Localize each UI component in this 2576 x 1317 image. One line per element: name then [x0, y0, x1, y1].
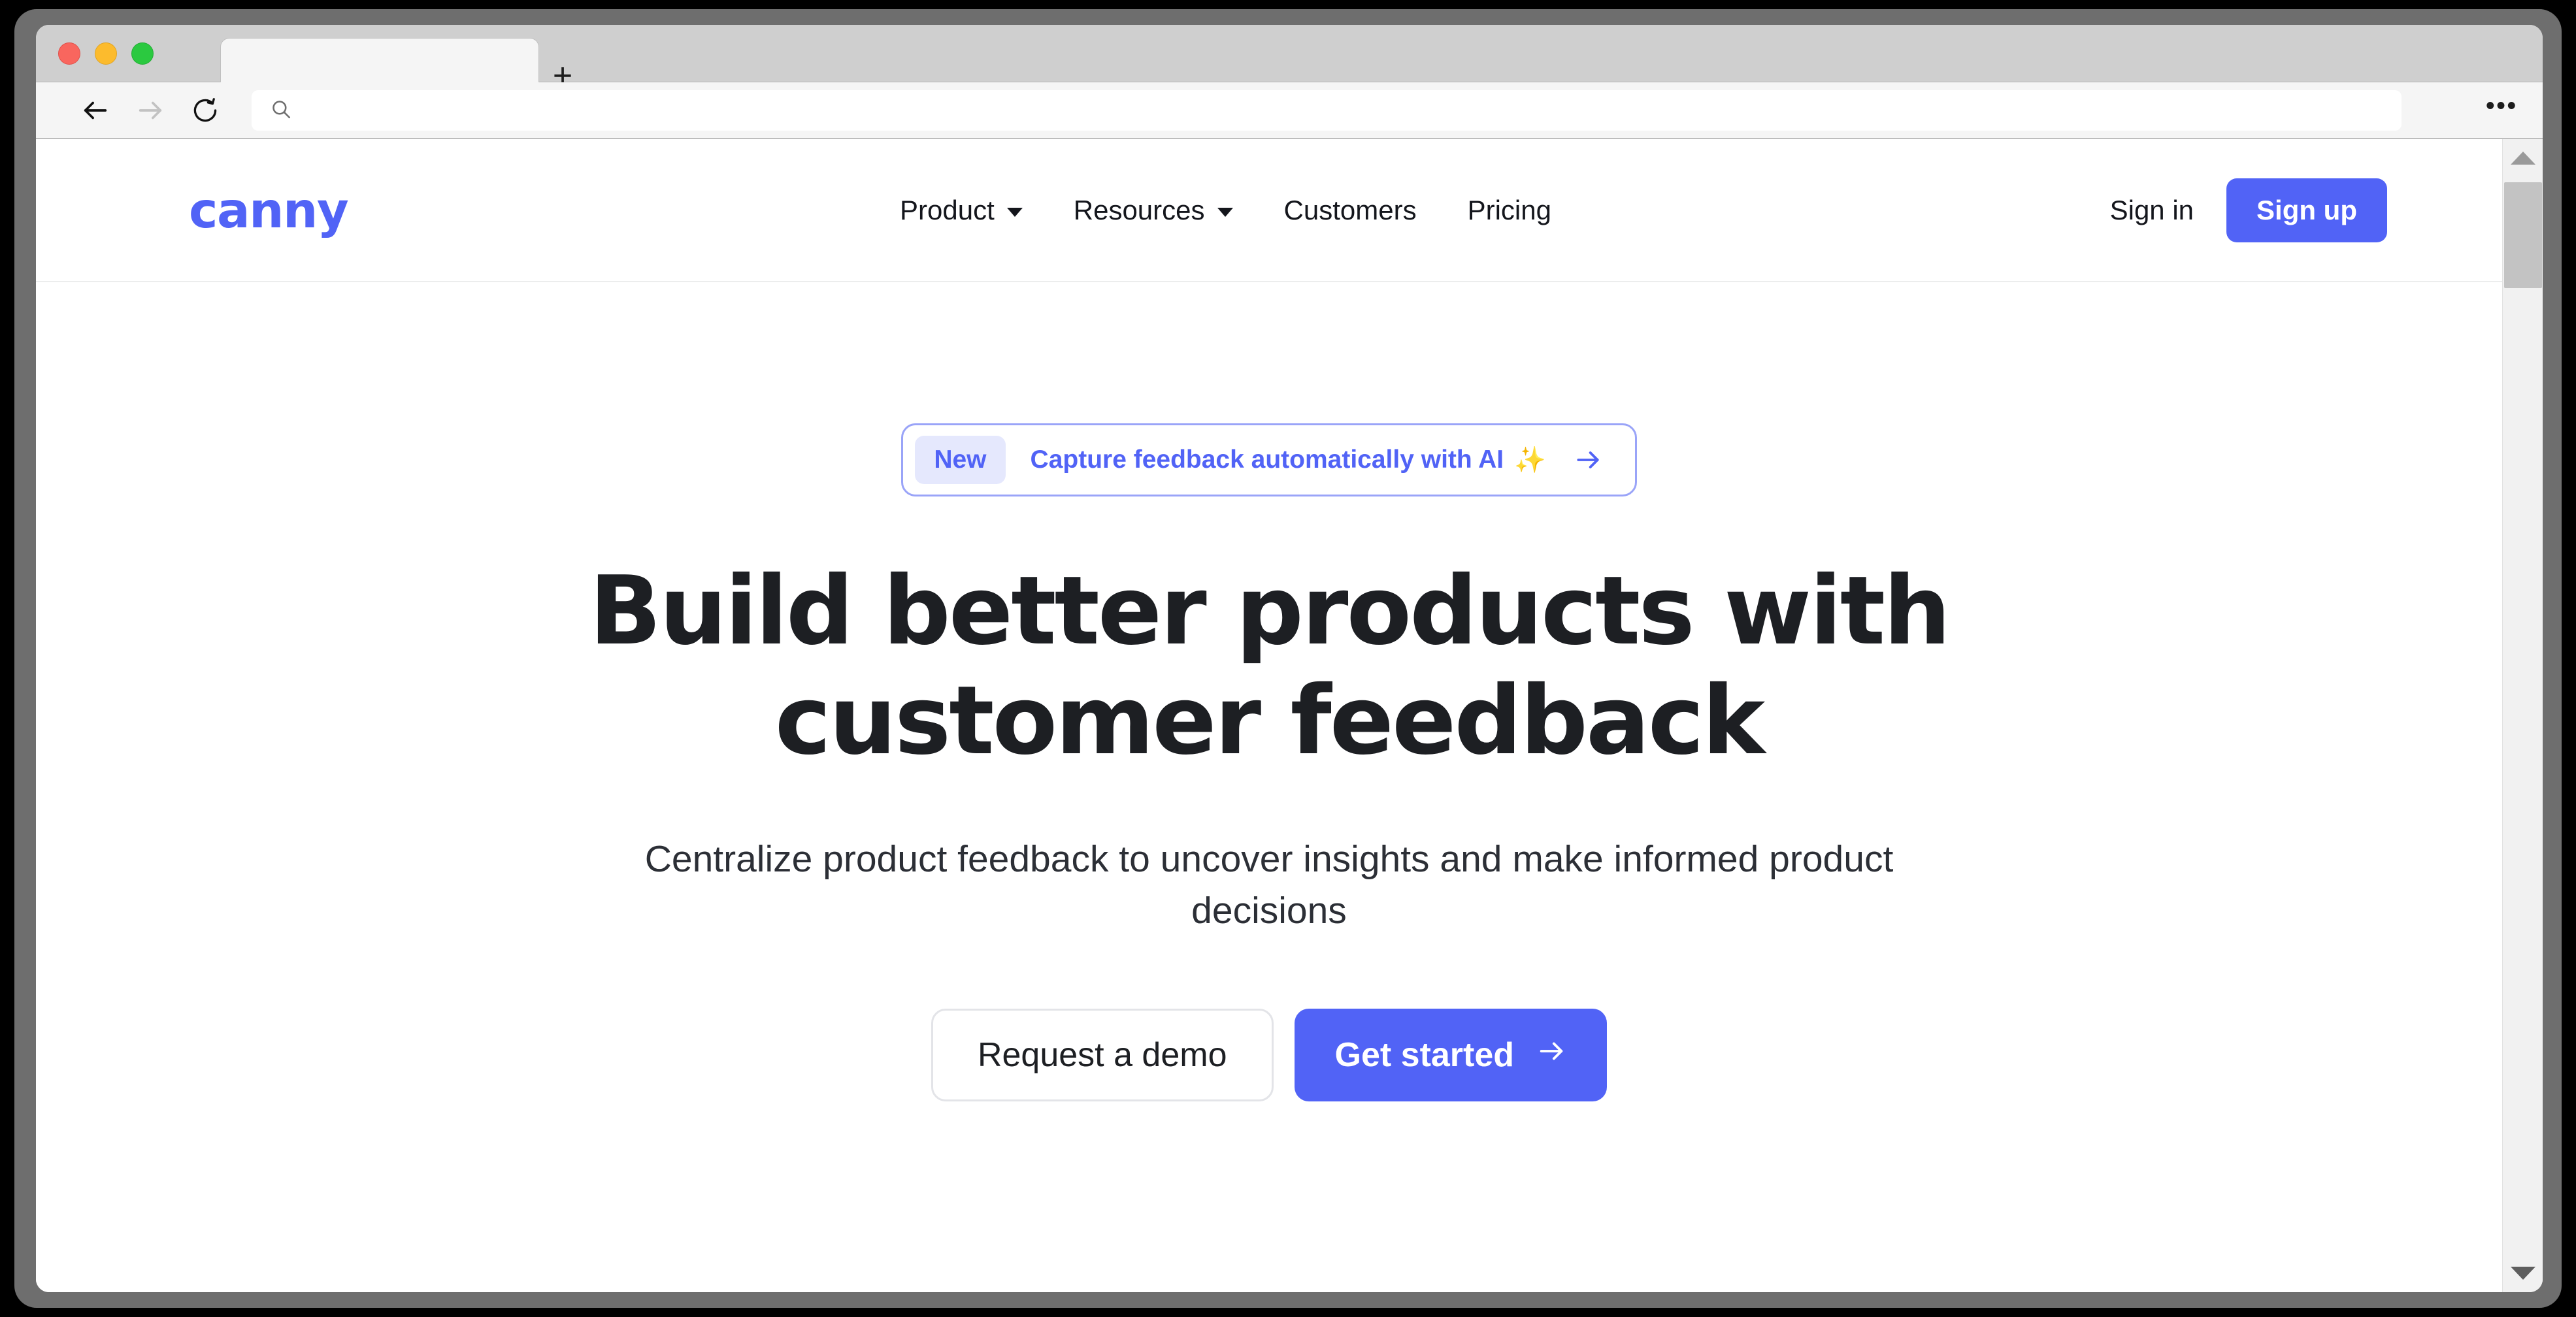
browser-tab-active[interactable]	[220, 38, 539, 83]
sign-up-button[interactable]: Sign up	[2226, 178, 2387, 242]
browser-tab-title	[221, 39, 538, 53]
hero-section: New Capture feedback automatically with …	[36, 282, 2502, 1101]
maximize-window-button[interactable]	[131, 42, 154, 65]
triangle-up-icon	[2511, 152, 2535, 165]
nav-item-label: Customers	[1283, 194, 1417, 225]
hero-subheadline: Centralize product feedback to uncover i…	[644, 838, 1894, 932]
page-content: canny Product Resources Customers Pricin…	[36, 139, 2502, 1292]
request-demo-button[interactable]: Request a demo	[931, 1008, 1274, 1101]
arrow-right-icon	[1574, 446, 1602, 474]
search-icon	[270, 98, 292, 123]
nav-item-label: Pricing	[1467, 194, 1551, 225]
scrollbar-thumb[interactable]	[2504, 182, 2542, 288]
nav-item-pricing[interactable]: Pricing	[1468, 195, 1551, 226]
arrow-right-icon	[1536, 1035, 1566, 1075]
browser-tab-strip: +	[36, 25, 2543, 93]
get-started-label: Get started	[1334, 1035, 1515, 1074]
os-window-frame: + ••• canny Product Resources Customers …	[14, 9, 2562, 1308]
arrow-left-icon	[80, 95, 110, 125]
hero-cta-group: Request a demo Get started	[36, 1008, 2502, 1101]
browser-viewport: canny Product Resources Customers Pricin…	[36, 139, 2543, 1292]
announcement-banner[interactable]: New Capture feedback automatically with …	[901, 423, 1637, 496]
back-button[interactable]	[74, 89, 117, 132]
sparkles-icon: ✨	[1514, 446, 1546, 474]
chevron-down-icon	[1217, 207, 1233, 217]
nav-item-label: Product	[900, 194, 995, 225]
get-started-button[interactable]: Get started	[1294, 1008, 1608, 1101]
site-logo[interactable]: canny	[189, 182, 349, 239]
address-bar[interactable]	[252, 90, 2402, 131]
forward-button[interactable]	[129, 89, 172, 132]
scrollbar-up-button[interactable]	[2503, 139, 2543, 177]
browser-toolbar: •••	[36, 82, 2543, 139]
reload-button[interactable]	[184, 89, 227, 132]
reload-icon	[191, 96, 220, 125]
new-badge: New	[915, 436, 1006, 484]
arrow-right-icon	[135, 95, 165, 125]
nav-item-resources[interactable]: Resources	[1074, 195, 1233, 226]
nav-item-product[interactable]: Product	[900, 195, 1023, 226]
minimize-window-button[interactable]	[95, 42, 117, 65]
nav-item-customers[interactable]: Customers	[1284, 195, 1417, 226]
hero-headline: Build better products with customer feed…	[589, 556, 1951, 777]
window-traffic-lights	[58, 25, 154, 82]
close-window-button[interactable]	[58, 42, 80, 65]
address-input[interactable]	[304, 100, 2330, 121]
announcement-text: Capture feedback automatically with AI	[1030, 446, 1504, 474]
scrollbar-down-button[interactable]	[2503, 1254, 2543, 1292]
chevron-down-icon	[1006, 207, 1023, 217]
triangle-down-icon	[2511, 1267, 2535, 1280]
nav-item-label: Resources	[1073, 194, 1205, 225]
site-header: canny Product Resources Customers Pricin…	[36, 139, 2502, 282]
browser-menu-button[interactable]: •••	[2486, 93, 2518, 118]
header-actions: Sign in Sign up	[2110, 178, 2387, 242]
page-scrollbar[interactable]	[2502, 139, 2543, 1292]
primary-nav: Product Resources Customers Pricing	[900, 195, 1551, 226]
browser-window: + ••• canny Product Resources Customers …	[36, 25, 2543, 1292]
sign-in-link[interactable]: Sign in	[2110, 195, 2194, 226]
